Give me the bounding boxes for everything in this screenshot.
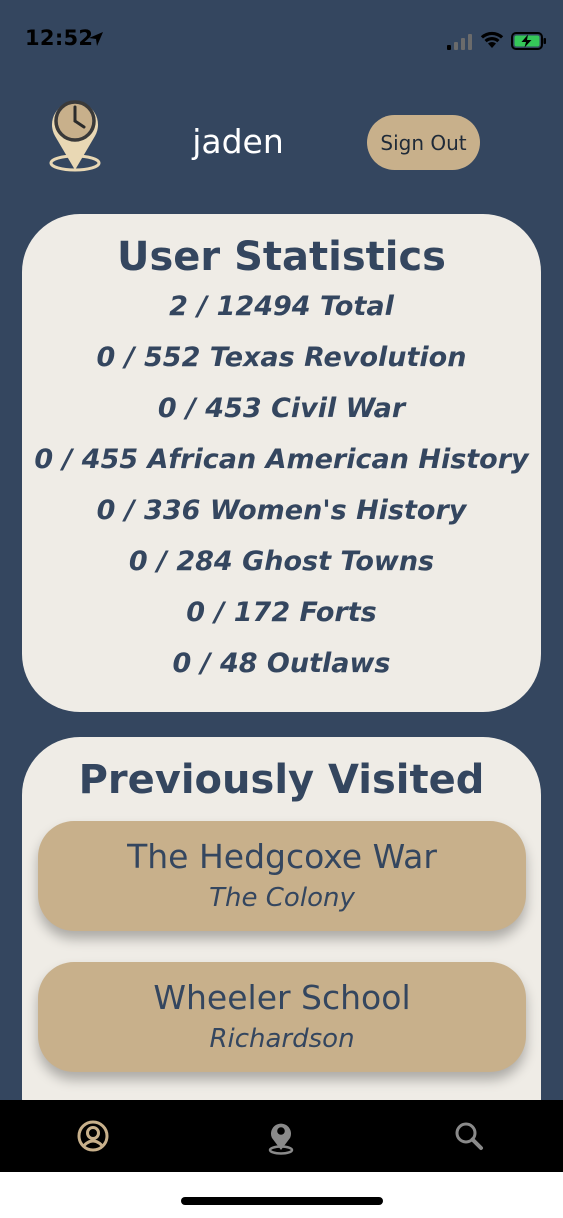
sign-out-button[interactable]: Sign Out: [367, 115, 480, 170]
previously-visited-card: Previously Visited The Hedgcoxe War The …: [22, 737, 541, 1157]
status-time: 12:52: [25, 26, 94, 50]
stat-texas-revolution: 0 / 552 Texas Revolution: [96, 342, 467, 373]
visited-item[interactable]: The Hedgcoxe War The Colony: [38, 821, 526, 931]
username: jaden: [192, 122, 284, 161]
home-indicator[interactable]: [181, 1197, 383, 1205]
wifi-icon: [480, 31, 504, 48]
visited-item-city: The Colony: [209, 883, 355, 913]
visited-item-name: Wheeler School: [153, 978, 411, 1017]
visited-item-name: The Hedgcoxe War: [127, 837, 437, 876]
tab-bar: [0, 1100, 563, 1172]
search-icon: [455, 1122, 483, 1150]
stat-outlaws: 0 / 48 Outlaws: [172, 648, 391, 679]
previously-visited-title: Previously Visited: [78, 757, 485, 803]
user-statistics-title: User Statistics: [117, 234, 446, 280]
map-pin-icon: [268, 1123, 294, 1155]
stat-civil-war: 0 / 453 Civil War: [157, 393, 406, 424]
visited-item[interactable]: Wheeler School Richardson: [38, 962, 526, 1072]
stat-ghost-towns: 0 / 284 Ghost Towns: [128, 546, 435, 577]
home-indicator-area: [0, 1172, 563, 1218]
cellular-signal-icon: [447, 34, 472, 50]
tab-search[interactable]: [428, 1100, 508, 1172]
user-circle-icon: [77, 1120, 109, 1152]
stat-womens-history: 0 / 336 Women's History: [96, 495, 467, 526]
location-arrow-icon: [89, 32, 103, 46]
user-statistics-card: User Statistics 2 / 12494 Total 0 / 552 …: [22, 214, 541, 712]
clock-location-pin-icon: [49, 100, 101, 172]
status-bar: 12:52: [0, 0, 563, 80]
stat-african-american-history: 0 / 455 African American History: [34, 444, 529, 475]
stat-total: 2 / 12494 Total: [169, 291, 394, 322]
stat-forts: 0 / 172 Forts: [186, 597, 377, 628]
tab-map[interactable]: [241, 1100, 321, 1172]
tab-profile[interactable]: [53, 1100, 133, 1172]
visited-item-city: Richardson: [209, 1024, 355, 1054]
battery-charging-icon: [511, 32, 546, 50]
